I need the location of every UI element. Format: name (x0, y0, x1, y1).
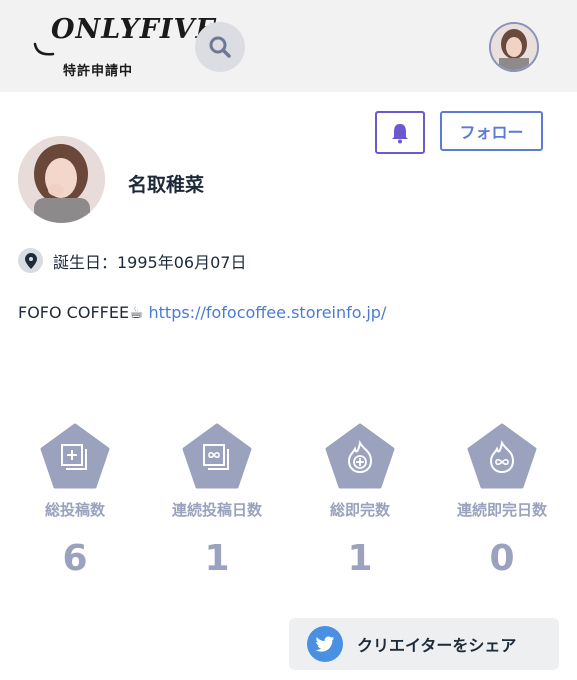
profile-avatar (18, 136, 105, 223)
follow-button[interactable]: フォロー (440, 111, 543, 151)
onlyfive-logo[interactable]: ONLYFIVE 特許申請中 (33, 10, 216, 80)
birthday-row: 誕生日：1995年06月07日 (18, 248, 246, 273)
stat-label: 総投稿数 (44, 501, 105, 519)
stat-label: 総即完数 (329, 501, 390, 519)
header-avatar[interactable] (489, 22, 539, 72)
birthday-text: 誕生日：1995年06月07日 (53, 252, 247, 272)
search-button[interactable] (195, 22, 245, 72)
bio-text: FOFO COFFEE☕ (18, 303, 149, 322)
add-post-icon (40, 423, 110, 489)
profile-photo (18, 136, 105, 223)
twitter-icon (307, 626, 343, 662)
stat-total-posts: 総投稿数 6 (15, 423, 135, 579)
user-avatar-image (491, 24, 537, 70)
logo-text: ONLYFIVE (51, 14, 218, 45)
stat-value: 1 (204, 538, 230, 579)
stat-value: 1 (347, 538, 373, 579)
stat-value: 0 (489, 538, 515, 579)
profile-name: 名取稚菜 (128, 174, 205, 196)
stat-value: 6 (62, 538, 88, 579)
stat-consecutive-post-days: 連続投稿日数 1 (157, 423, 277, 579)
stat-consecutive-sellout-days: 連続即完日数 0 (442, 423, 562, 579)
flame-plus-icon (325, 423, 395, 489)
stat-total-sellouts: 総即完数 1 (300, 423, 420, 579)
search-icon (209, 36, 231, 58)
flame-infinity-icon (467, 423, 537, 489)
profile-bio: FOFO COFFEE☕ https://fofocoffee.storeinf… (18, 303, 386, 322)
bio-link[interactable]: https://fofocoffee.storeinfo.jp/ (149, 303, 387, 322)
share-label: クリエイターをシェア (357, 636, 517, 655)
location-pin-icon (18, 248, 43, 273)
patent-pending-label: 特許申請中 (63, 64, 134, 79)
infinity-posts-icon (182, 423, 252, 489)
share-creator-button[interactable]: クリエイターをシェア (289, 618, 559, 670)
notification-bell-button[interactable] (375, 111, 425, 154)
stat-label: 連続投稿日数 (171, 501, 262, 519)
bell-icon (392, 123, 408, 143)
app-header: ONLYFIVE 特許申請中 (0, 0, 577, 92)
stat-label: 連続即完日数 (456, 501, 547, 519)
